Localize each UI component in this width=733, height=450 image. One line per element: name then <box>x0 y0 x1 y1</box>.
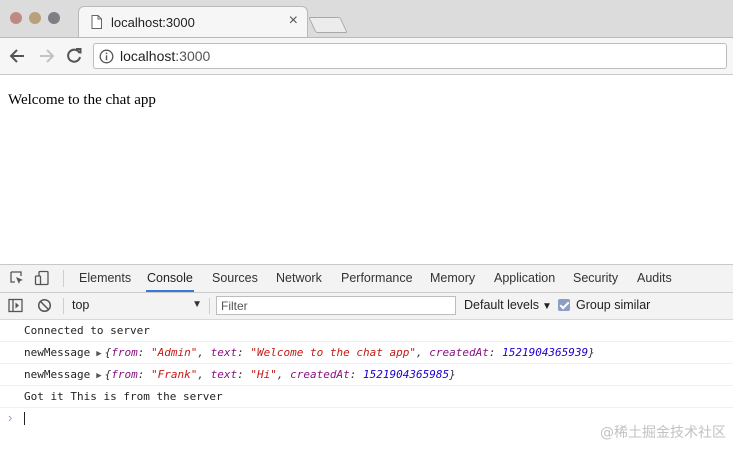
page-viewport: Welcome to the chat app <box>0 75 733 264</box>
tab-network[interactable]: Network <box>275 265 323 292</box>
expand-triangle-icon[interactable]: ▶ <box>96 344 101 363</box>
reload-icon[interactable] <box>64 46 84 66</box>
window-maximize-button[interactable] <box>48 12 60 24</box>
group-similar-checkbox[interactable] <box>558 299 570 311</box>
back-arrow-icon[interactable] <box>8 46 28 66</box>
object-value: "Admin" <box>151 346 198 359</box>
object-key: createdAt <box>429 346 489 359</box>
tab-performance[interactable]: Performance <box>340 265 414 292</box>
new-tab-button[interactable] <box>308 17 348 33</box>
object-key: from <box>111 346 138 359</box>
address-bar[interactable]: localhost:3000 <box>93 43 727 69</box>
welcome-text: Welcome to the chat app <box>8 92 156 108</box>
url-host: localhost <box>120 48 176 64</box>
console-message-text: Got it This is from the server <box>24 390 223 403</box>
inspect-element-icon[interactable] <box>9 270 25 286</box>
tab-title: localhost:3000 <box>111 15 195 30</box>
console-message: Connected to server <box>0 320 733 342</box>
tab-audits[interactable]: Audits <box>636 265 673 292</box>
console-toolbar-divider <box>209 298 210 314</box>
tab-close-icon[interactable]: × <box>289 13 298 29</box>
console-message: newMessage ▶ {from: "Admin", text: "Welcom… <box>0 342 733 364</box>
browser-tab[interactable]: localhost:3000 × <box>78 6 308 37</box>
context-label: top <box>72 298 90 312</box>
device-toolbar-icon[interactable] <box>34 270 50 286</box>
console-message-text: Connected to server <box>24 324 150 337</box>
window-close-button[interactable] <box>10 12 22 24</box>
object-key: from <box>111 368 138 381</box>
devtools-tabbar: Elements Console Sources Network Perform… <box>0 265 733 293</box>
brace: } <box>588 346 595 359</box>
console-output: Connected to server newMessage ▶ {from: "A… <box>0 320 733 428</box>
prompt-chevron-icon: › <box>8 410 13 425</box>
watermark-text: @稀土掘金技术社区 <box>600 425 726 441</box>
object-value: "Welcome to the chat app" <box>250 346 416 359</box>
console-message-label: newMessage <box>24 368 91 381</box>
console-toolbar: top ▼ Default levels▼ Group similar <box>0 293 733 320</box>
forward-arrow-icon[interactable] <box>36 46 56 66</box>
console-sidebar-toggle-icon[interactable] <box>8 298 23 313</box>
console-message: Got it This is from the server <box>0 386 733 408</box>
tab-application[interactable]: Application <box>493 265 556 292</box>
chevron-down-icon: ▼ <box>192 299 202 310</box>
expand-triangle-icon[interactable]: ▶ <box>96 366 101 385</box>
tab-elements[interactable]: Elements <box>78 265 132 292</box>
object-value: "Frank" <box>151 368 198 381</box>
log-levels-label: Default levels <box>464 298 540 312</box>
console-message-label: newMessage <box>24 346 91 359</box>
object-key: text <box>210 346 238 359</box>
toolbar-divider <box>63 270 64 287</box>
object-value: "Hi" <box>250 368 277 381</box>
console-object-preview[interactable]: {from: "Admin", text: "Welcome to the ch… <box>105 346 595 359</box>
tab-memory[interactable]: Memory <box>429 265 476 292</box>
object-key: text <box>210 368 238 381</box>
chevron-down-icon: ▼ <box>542 301 552 312</box>
page-icon <box>91 15 102 29</box>
url-port: :3000 <box>175 48 211 64</box>
info-icon[interactable] <box>99 49 114 64</box>
console-object-preview[interactable]: {from: "Frank", text: "Hi", createdAt: 1… <box>105 368 456 381</box>
group-similar-label: Group similar <box>576 298 651 312</box>
tab-sources[interactable]: Sources <box>211 265 259 292</box>
tab-console[interactable]: Console <box>146 265 194 292</box>
clear-console-icon[interactable] <box>37 298 52 313</box>
browser-tabstrip: localhost:3000 × <box>0 0 733 38</box>
object-key: createdAt <box>290 368 350 381</box>
brace: } <box>449 368 456 381</box>
object-value: 1521904365939 <box>502 346 589 359</box>
log-levels-dropdown[interactable]: Default levels ▼ <box>464 298 552 312</box>
browser-toolbar: localhost:3000 <box>0 38 733 75</box>
console-toolbar-divider <box>63 298 64 314</box>
console-message: newMessage ▶ {from: "Frank", text: "Hi", c… <box>0 364 733 386</box>
object-value: 1521904365985 <box>363 368 450 381</box>
window-minimize-button[interactable] <box>29 12 41 24</box>
tab-security[interactable]: Security <box>572 265 619 292</box>
context-selector[interactable]: top ▼ <box>72 298 202 314</box>
text-cursor <box>24 412 25 425</box>
console-filter-input[interactable] <box>216 296 456 315</box>
url-text: localhost:3000 <box>120 48 210 64</box>
